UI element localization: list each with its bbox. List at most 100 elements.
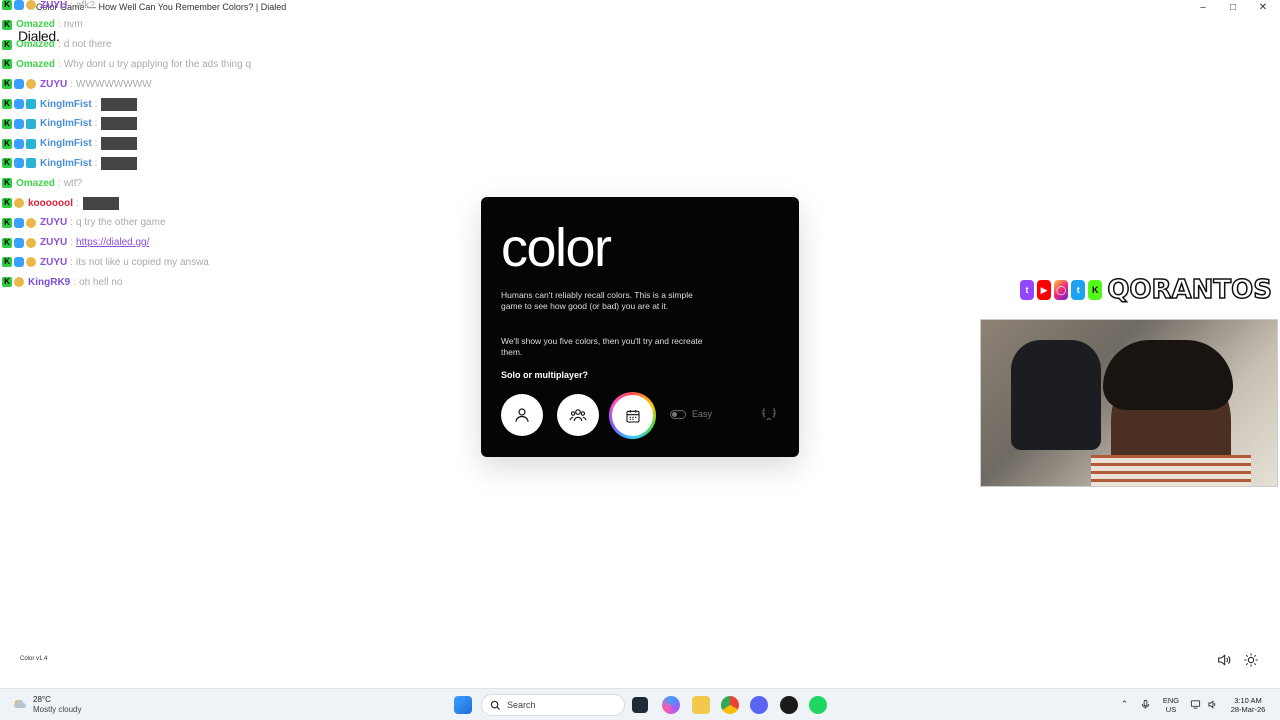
network-icon[interactable] bbox=[1190, 699, 1201, 710]
chat-badge-k-icon: K bbox=[2, 39, 12, 50]
twitch-icon: t bbox=[1020, 280, 1035, 300]
person-icon bbox=[515, 408, 529, 422]
chat-emote-image bbox=[101, 117, 138, 131]
chat-badge-grid-icon bbox=[26, 138, 36, 149]
microphone-icon[interactable] bbox=[1140, 699, 1151, 710]
chat-message: K ZUYU: its not like u copied my answa bbox=[2, 253, 209, 271]
chat-username: ZUYU bbox=[40, 78, 68, 90]
chat-badge-cube-icon bbox=[14, 138, 24, 149]
language-indicator[interactable]: ENG US bbox=[1160, 696, 1182, 714]
streamer-social-bar: t ▶ ◯ t K QORANTOS bbox=[1020, 274, 1273, 306]
task-view-icon[interactable] bbox=[632, 697, 648, 713]
chat-badge-k-icon: K bbox=[2, 178, 12, 189]
title-bar: Color Game — How Well Can You Remember C… bbox=[0, 0, 1280, 15]
version-label: Color v1.4 bbox=[20, 656, 48, 662]
chat-message: K ZUYU: q try the other game bbox=[2, 214, 166, 232]
chat-badge-k-icon: K bbox=[2, 99, 12, 109]
chat-username: ZUYU bbox=[40, 237, 68, 249]
webcam-feed bbox=[980, 319, 1278, 487]
chat-badge-k-icon: K bbox=[2, 237, 12, 248]
chat-badge-moon-icon bbox=[26, 79, 36, 90]
chat-badge-k-icon: K bbox=[2, 277, 12, 288]
chat-message-text: d not there bbox=[63, 39, 112, 51]
chat-message: K ZUYU: afk? bbox=[2, 0, 95, 14]
chat-message: K ZUYU: WWWWWWWW bbox=[2, 75, 152, 93]
chat-badge-k-icon: K bbox=[2, 79, 12, 90]
chat-badge-moon-icon bbox=[26, 0, 36, 10]
chat-badge-k-icon: K bbox=[2, 158, 12, 169]
obs-icon[interactable] bbox=[780, 696, 798, 714]
maximize-button[interactable]: □ bbox=[1218, 0, 1248, 15]
chat-username: Omazed bbox=[16, 58, 55, 70]
cloud-icon[interactable] bbox=[12, 698, 28, 710]
theme-toggle-icon[interactable] bbox=[1243, 652, 1259, 668]
youtube-icon: ▶ bbox=[1037, 280, 1052, 300]
taskbar-search[interactable]: Search bbox=[481, 694, 625, 716]
chevron-up-icon[interactable]: ⌃ bbox=[1119, 699, 1130, 710]
chat-username: ZUYU bbox=[40, 256, 68, 268]
chat-message: K Omazed: Why dont u try applying for the … bbox=[2, 55, 251, 73]
chat-badge-k-icon: K bbox=[2, 0, 12, 10]
solo-button[interactable] bbox=[501, 394, 543, 436]
gaming-chair bbox=[1011, 340, 1101, 450]
chat-message: K Omazed: wtf? bbox=[2, 174, 82, 192]
calendar-icon bbox=[625, 409, 640, 423]
chat-message: K KingRK9: oh hell no bbox=[2, 273, 122, 291]
discord-icon[interactable] bbox=[750, 696, 768, 714]
minimize-button[interactable]: – bbox=[1188, 0, 1218, 15]
copilot-icon[interactable] bbox=[662, 696, 680, 714]
chat-badge-moon-icon bbox=[26, 257, 36, 268]
chat-message-text: wtf? bbox=[63, 177, 83, 189]
chat-username: KingImFist bbox=[40, 98, 92, 110]
chat-username: KingImFist bbox=[40, 157, 92, 169]
chat-username: KingRK9 bbox=[28, 276, 71, 288]
file-explorer-icon[interactable] bbox=[692, 696, 710, 714]
chat-message: K KingImFist: bbox=[2, 135, 138, 153]
chat-message: K KingImFist: bbox=[2, 154, 138, 172]
windows-taskbar: 28°C Mostly cloudy Search ⌃ ENG US 3:10 A… bbox=[0, 688, 1280, 720]
chat-username: ZUYU bbox=[40, 0, 68, 11]
chat-badge-grid-icon bbox=[26, 99, 36, 109]
twitter-icon: t bbox=[1071, 280, 1086, 300]
chat-message-text: its not like u copied my answa bbox=[76, 256, 209, 268]
chat-username: Omazed bbox=[16, 177, 55, 189]
chat-badge-k-icon: K bbox=[2, 19, 12, 30]
easy-mode-label: Easy bbox=[692, 409, 713, 419]
chat-message: K KingImFist: bbox=[2, 95, 138, 113]
chat-message: K KingImFist: bbox=[2, 115, 138, 133]
chat-badge-k-icon: K bbox=[2, 198, 12, 208]
chat-message-text: WWWWWWWW bbox=[76, 78, 152, 90]
start-button[interactable] bbox=[454, 696, 472, 714]
chat-emote-image bbox=[82, 196, 119, 210]
easy-mode-toggle[interactable] bbox=[670, 410, 686, 419]
spotify-icon[interactable] bbox=[809, 696, 827, 714]
game-instructions: We'll show you five colors, then you'll … bbox=[501, 336, 703, 357]
leaderboard-laurel-icon[interactable] bbox=[760, 406, 778, 422]
clock[interactable]: 3:10 AM 28-Mar-26 bbox=[1224, 696, 1272, 714]
chat-username: Omazed bbox=[16, 19, 55, 31]
chat-message: Kkooooool: bbox=[2, 194, 119, 212]
chat-username: KingImFist bbox=[40, 138, 92, 150]
daily-challenge-button[interactable] bbox=[609, 392, 656, 439]
chrome-icon[interactable] bbox=[721, 696, 739, 714]
chat-message-text: oh hell no bbox=[79, 276, 123, 288]
game-description: Humans can't reliably recall colors. Thi… bbox=[501, 290, 693, 311]
chat-message-text: nvm bbox=[63, 19, 83, 31]
volume-icon[interactable] bbox=[1207, 699, 1218, 710]
chat-username: ZUYU bbox=[40, 217, 68, 229]
chat-message: K ZUYU: https://dialed.gg/ bbox=[2, 234, 149, 252]
chat-badge-k-icon: K bbox=[2, 59, 12, 70]
chat-emote-image bbox=[101, 137, 138, 151]
browser-window: Color Game — How Well Can You Remember C… bbox=[0, 0, 1280, 688]
chat-badge-k-icon: K bbox=[2, 217, 12, 228]
chat-emote-image bbox=[101, 156, 138, 170]
chat-badge-moon-icon bbox=[26, 237, 36, 248]
multiplayer-button[interactable] bbox=[557, 394, 599, 436]
chat-message-text: https://dialed.gg/ bbox=[76, 237, 150, 249]
sound-toggle-icon[interactable] bbox=[1216, 652, 1232, 668]
mode-question: Solo or multiplayer? bbox=[501, 370, 589, 380]
close-button[interactable]: ✕ bbox=[1248, 0, 1278, 15]
chat-badge-cube-icon bbox=[14, 79, 24, 90]
chat-username: Omazed bbox=[16, 39, 55, 51]
group-icon bbox=[569, 409, 587, 422]
